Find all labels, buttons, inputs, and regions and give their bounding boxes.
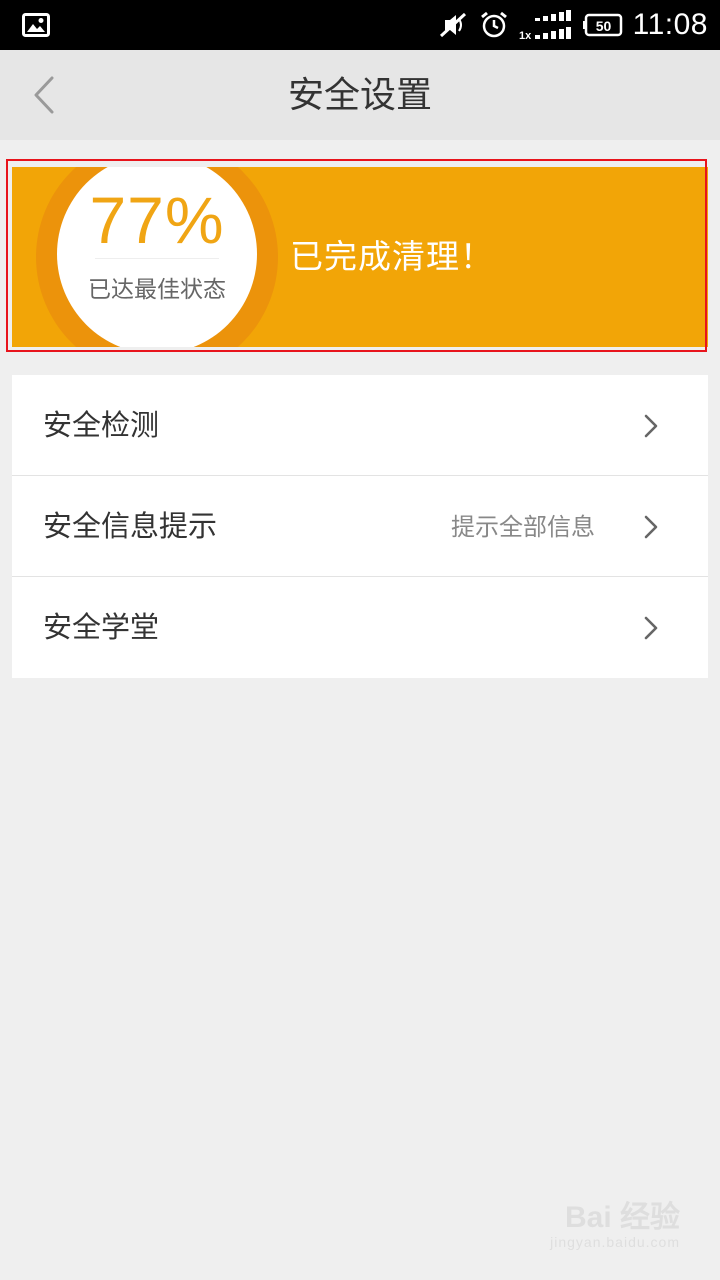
menu-item-security-notice[interactable]: 安全信息提示 提示全部信息: [12, 476, 708, 577]
title-bar: 安全设置: [0, 50, 720, 140]
chevron-right-icon: [644, 616, 658, 640]
chevron-right-icon: [644, 515, 658, 539]
watermark: Bai 经验 jingyan.baidu.com: [480, 1192, 680, 1262]
network-label: 1x: [519, 30, 532, 41]
highlight-frame: [6, 159, 707, 352]
chevron-right-icon: [644, 414, 658, 438]
menu-item-security-school[interactable]: 安全学堂: [12, 577, 708, 678]
mute-icon: [439, 12, 466, 38]
battery-level: 50: [595, 18, 611, 34]
battery-icon: 50: [582, 13, 622, 37]
menu-item-security-check[interactable]: 安全检测: [12, 375, 708, 476]
page-title: 安全设置: [287, 75, 432, 116]
status-icons: 1x 50 11:08: [435, 0, 708, 50]
status-time: 11:08: [632, 8, 708, 41]
menu-item-label: 安全检测: [43, 408, 160, 442]
menu-item-label: 安全学堂: [43, 610, 160, 644]
security-menu: 安全检测 安全信息提示 提示全部信息 安全学堂: [12, 375, 708, 678]
chevron-left-icon: [34, 76, 54, 114]
screen: 1x 50 11:08 安全设置 77% 已达最佳状态 已完成清理！ 安全检测 …: [0, 0, 720, 1280]
watermark-url: jingyan.baidu.com: [550, 1234, 680, 1250]
back-button[interactable]: [22, 70, 68, 120]
signal-icon: 1x: [519, 10, 571, 41]
menu-item-value: 提示全部信息: [451, 513, 595, 541]
menu-item-label: 安全信息提示: [43, 509, 218, 543]
watermark-brand: Bai 经验: [564, 1201, 680, 1234]
status-bar: 1x 50 11:08: [0, 0, 720, 50]
alarm-clock-icon: [480, 11, 507, 38]
image-notification-icon: [22, 13, 50, 37]
